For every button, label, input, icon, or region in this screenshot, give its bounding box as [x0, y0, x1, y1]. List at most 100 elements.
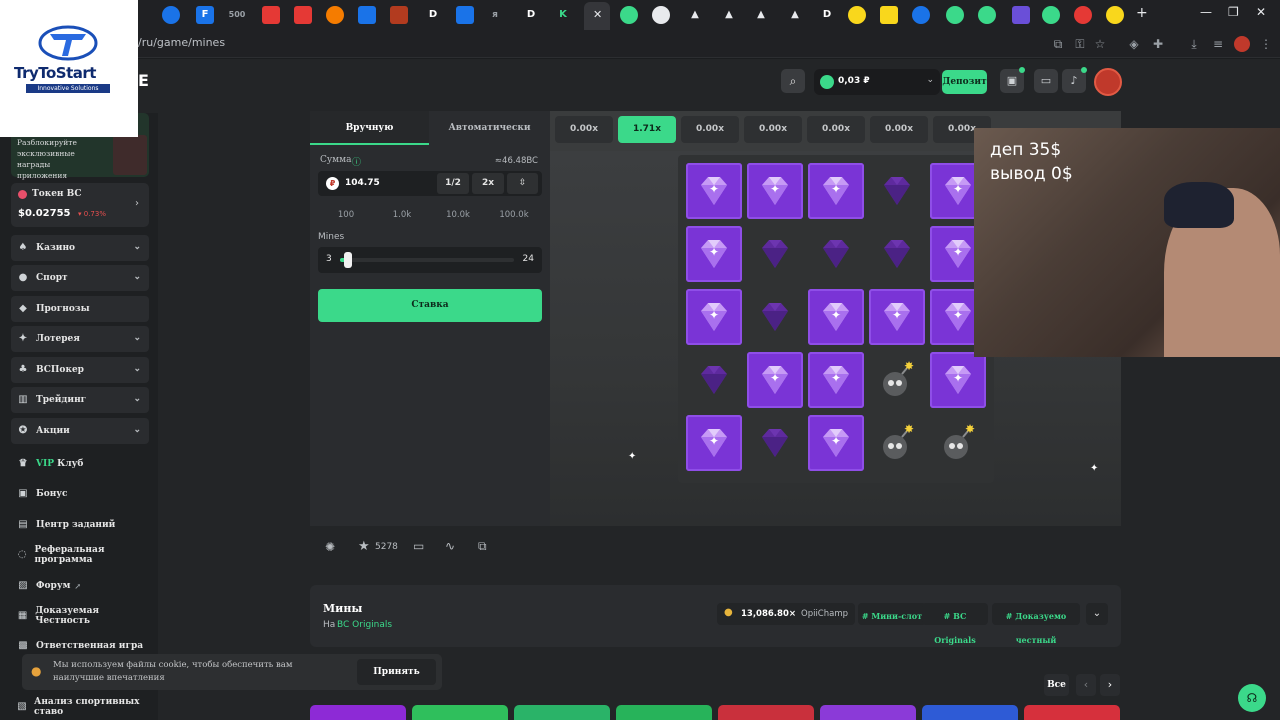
slider-thumb[interactable] — [344, 252, 352, 268]
unrevealed-gem-tile[interactable] — [747, 415, 803, 471]
gem-tile[interactable]: ✦ — [686, 226, 742, 282]
media-icon[interactable]: ≡ — [1210, 36, 1226, 52]
maximize-icon[interactable]: ❐ — [1228, 5, 1239, 19]
unrevealed-gem-tile[interactable] — [869, 163, 925, 219]
gem-tile[interactable]: ✦ — [808, 415, 864, 471]
bookmark-star-icon[interactable]: ☆ — [1092, 36, 1108, 52]
bet-button[interactable]: Ставка — [318, 289, 542, 322]
url-text[interactable]: /ru/game/mines — [138, 36, 225, 49]
sidebar-item-sport[interactable]: ● Спорт ⌄ — [11, 265, 149, 291]
active-tab[interactable]: ✕ — [584, 2, 610, 30]
sidebar-item-lottery[interactable]: ✦ Лотерея ⌄ — [11, 326, 149, 352]
game-thumbnail[interactable] — [514, 705, 610, 720]
puzzle-icon[interactable]: ✚ — [1150, 36, 1166, 52]
tab-icon[interactable] — [880, 6, 898, 24]
bc-token-card[interactable]: Токен BC $0.02755 ▾ 0.73% › — [11, 183, 149, 227]
tab-icon[interactable] — [1074, 6, 1092, 24]
half-button[interactable]: 1/2 — [437, 173, 469, 194]
search-icon[interactable]: ⌕ — [781, 69, 805, 93]
unrevealed-gem-tile[interactable] — [747, 226, 803, 282]
tab-icon[interactable] — [1012, 6, 1030, 24]
unrevealed-gem-tile[interactable] — [808, 226, 864, 282]
sidebar-item-promotions[interactable]: ✪ Акции ⌄ — [11, 418, 149, 444]
sidebar-item-trading[interactable]: ▥ Трейдинг ⌄ — [11, 387, 149, 413]
gem-tile[interactable]: ✦ — [747, 163, 803, 219]
tab-icon-d[interactable]: D — [522, 6, 540, 24]
sidebar-item-forum[interactable]: ▨ Форум ↗ — [11, 573, 149, 599]
sidebar-item-bonus[interactable]: ▣ Бонус — [11, 481, 149, 507]
tab-icon[interactable] — [1042, 6, 1060, 24]
tab-icon[interactable] — [978, 6, 996, 24]
quick-amount-button[interactable]: 100.0k — [486, 203, 542, 227]
sidebar-item-referral[interactable]: ◌ Реферальная программа — [11, 542, 149, 568]
minimize-icon[interactable]: — — [1200, 5, 1212, 19]
key-icon[interactable]: ⚿ — [1072, 36, 1088, 52]
profile-avatar[interactable] — [1234, 36, 1250, 52]
sidebar-item-poker[interactable]: ♣ BCПокер ⌄ — [11, 357, 149, 383]
gem-tile[interactable]: ✦ — [686, 415, 742, 471]
tag-chip[interactable]: # Доказуемо честный — [992, 603, 1080, 645]
see-all-button[interactable]: Все — [1044, 674, 1069, 696]
sidebar-item-casino[interactable]: ♠ Казино ⌄ — [11, 235, 149, 261]
favorite-star-icon[interactable]: ★ — [358, 539, 370, 554]
game-thumbnail[interactable] — [412, 705, 508, 720]
tab-icon[interactable] — [326, 6, 344, 24]
site-logo[interactable]: E — [138, 71, 149, 90]
sidebar-item-predictions[interactable]: ◆ Прогнозы — [11, 296, 149, 322]
user-avatar[interactable] — [1094, 68, 1122, 96]
prev-arrow-icon[interactable]: ‹ — [1076, 674, 1096, 696]
quick-amount-button[interactable]: 1.0k — [374, 203, 430, 227]
tab-icon[interactable] — [652, 6, 670, 24]
tag-chip[interactable]: # BC Originals — [922, 603, 988, 645]
quick-amount-button[interactable]: 10.0k — [430, 203, 486, 227]
mines-slider[interactable]: 3 24 — [318, 247, 542, 273]
chat-icon[interactable]: ▭ — [1034, 69, 1058, 93]
settings-icon[interactable]: ✺ — [325, 540, 335, 554]
tab-icon[interactable]: ▲ — [686, 6, 704, 24]
theater-mode-icon[interactable]: ▭ — [413, 539, 424, 553]
tab-icon[interactable]: ▲ — [720, 6, 738, 24]
download-icon[interactable]: ⤓ — [1186, 36, 1202, 52]
tag-chip[interactable]: # Мини-слот — [858, 603, 926, 625]
gem-tile[interactable]: ✦ — [808, 352, 864, 408]
close-icon[interactable]: ✕ — [593, 8, 602, 21]
tab-icon-d[interactable]: D — [424, 6, 442, 24]
bomb-tile[interactable]: ✸ — [869, 352, 925, 408]
deposit-button[interactable]: Депозит — [942, 70, 987, 94]
tab-icon[interactable] — [620, 6, 638, 24]
sidebar-item-vip[interactable]: ♛ VIP Клуб — [11, 451, 149, 477]
tab-icon[interactable]: ▲ — [786, 6, 804, 24]
unrevealed-gem-tile[interactable] — [869, 226, 925, 282]
gem-tile[interactable]: ✦ — [808, 163, 864, 219]
tab-icon-500[interactable]: 500 — [226, 6, 248, 24]
game-thumbnail[interactable] — [310, 705, 406, 720]
tab-icon[interactable] — [390, 6, 408, 24]
expand-toggle-icon[interactable]: ⇳ — [507, 173, 538, 194]
next-arrow-icon[interactable]: › — [1100, 674, 1120, 696]
bomb-tile[interactable]: ✸ — [930, 415, 986, 471]
gem-tile[interactable]: ✦ — [686, 289, 742, 345]
stats-icon[interactable]: ∿ — [445, 539, 455, 553]
sidebar-item-sport-analysis[interactable]: ▧ Анализ спортивных ставо — [11, 694, 149, 720]
quick-amount-button[interactable]: 100 — [318, 203, 374, 227]
balance-selector[interactable]: 0,03 ₽ ⌄ — [814, 69, 940, 95]
tab-icon[interactable] — [946, 6, 964, 24]
amount-input[interactable]: ₽ 104.75 1/2 2x ⇳ — [318, 171, 542, 196]
tab-icon-ya[interactable]: я — [486, 6, 504, 24]
double-button[interactable]: 2x — [472, 173, 504, 194]
tab-icon[interactable] — [1106, 6, 1124, 24]
tab-icon[interactable]: ▲ — [752, 6, 770, 24]
gem-tile[interactable]: ✦ — [930, 352, 986, 408]
window-close-icon[interactable]: ✕ — [1256, 5, 1266, 19]
menu-icon[interactable]: ⋮ — [1258, 36, 1274, 52]
info-icon[interactable]: ⓘ — [352, 155, 361, 168]
new-tab-icon[interactable]: + — [1136, 5, 1148, 21]
tab-youtube-icon[interactable] — [294, 6, 312, 24]
tab-icon[interactable] — [162, 6, 180, 24]
tab-youtube-icon[interactable] — [262, 6, 280, 24]
unrevealed-gem-tile[interactable] — [686, 352, 742, 408]
game-thumbnail[interactable] — [922, 705, 1018, 720]
gem-tile[interactable]: ✦ — [869, 289, 925, 345]
tab-icon-k[interactable]: K — [554, 6, 572, 24]
cookie-accept-button[interactable]: Принять — [357, 659, 436, 685]
